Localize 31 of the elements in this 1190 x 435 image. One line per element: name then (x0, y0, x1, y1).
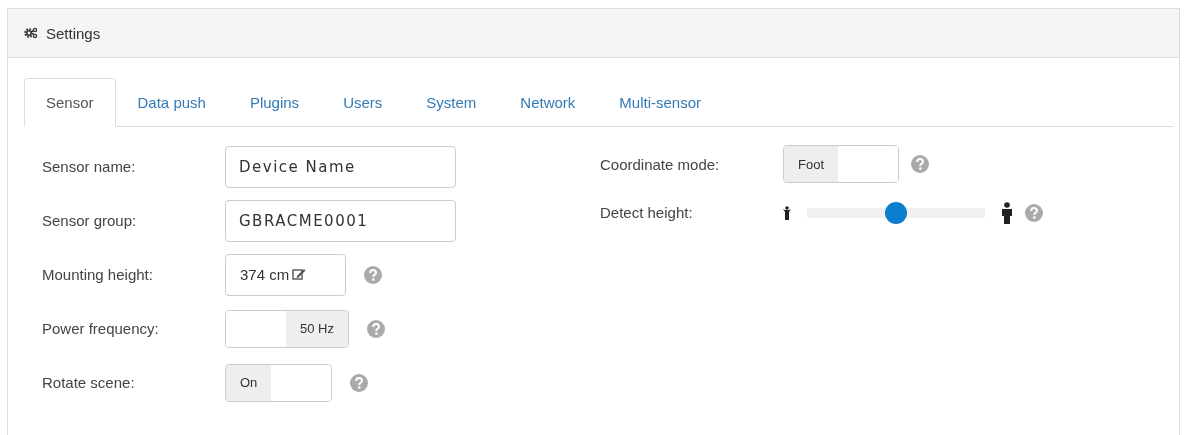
field-label: Power frequency: (42, 320, 160, 337)
text-field[interactable]: GBRACME0001 (225, 199, 456, 242)
field-label: Sensor group: (42, 212, 138, 229)
toggle-switch[interactable]: Foot (783, 145, 899, 183)
tab[interactable]: Users (321, 78, 405, 127)
edit-icon (292, 268, 307, 281)
toggle-switch[interactable]: 50 Hz (225, 309, 349, 348)
tab[interactable]: Plugins (227, 78, 322, 127)
help-icon[interactable] (911, 155, 929, 173)
help-icon[interactable] (350, 373, 369, 392)
tab[interactable]: Sensor (24, 78, 116, 127)
field-label: Detect height: (600, 204, 694, 221)
tab[interactable]: Multi-sensor (597, 78, 723, 127)
tab[interactable]: Network (498, 78, 598, 127)
tab[interactable]: Data push (115, 78, 228, 127)
field-label: Sensor name: (42, 158, 137, 175)
toggle-switch[interactable]: On (225, 363, 333, 402)
field-label: Mounting height: (42, 266, 154, 283)
person-icon (783, 205, 791, 220)
value-field[interactable]: 374 cm (225, 253, 346, 296)
tab[interactable]: System (404, 78, 499, 127)
field-label: Rotate scene: (42, 374, 136, 391)
field-label: Coordinate mode: (600, 155, 721, 173)
help-icon[interactable] (1025, 203, 1043, 222)
gears-icon (24, 27, 38, 39)
help-icon[interactable] (366, 319, 385, 338)
text-field[interactable]: Device Name (225, 145, 456, 188)
help-icon[interactable] (364, 265, 382, 284)
person-icon (1001, 201, 1013, 224)
panel-title: Settings (46, 24, 101, 42)
slider-thumb[interactable] (885, 201, 907, 224)
